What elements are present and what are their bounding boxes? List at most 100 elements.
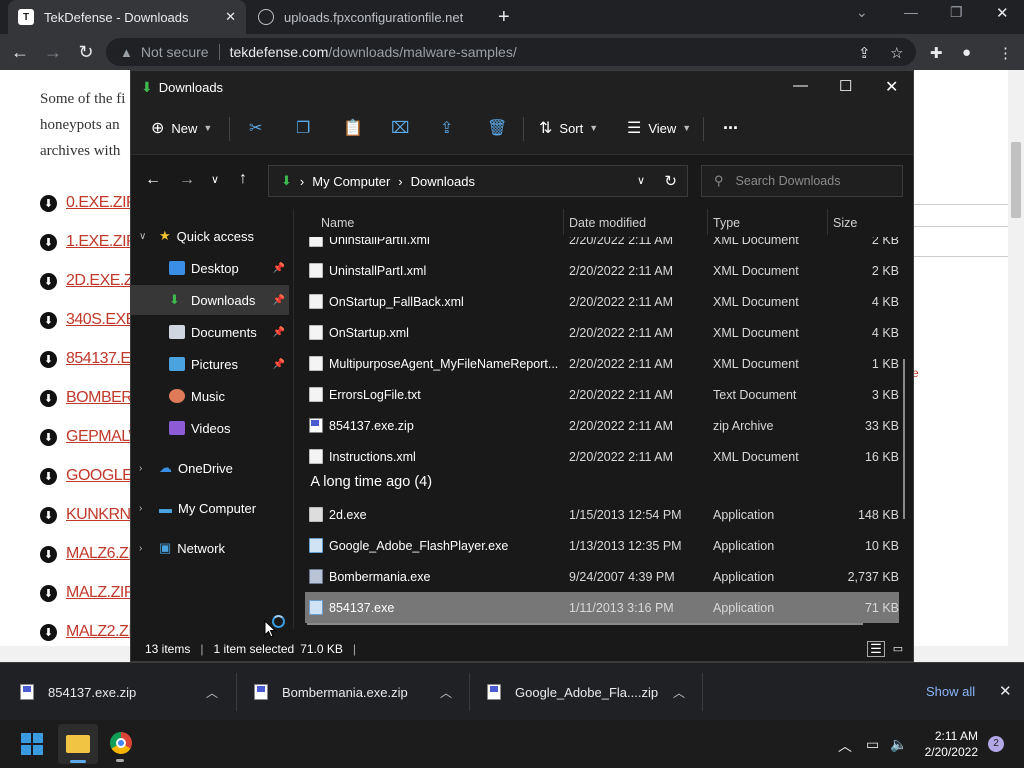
nav-network[interactable]: › ▣ Network [131, 533, 289, 563]
file-row-selected[interactable]: 854137.exe 1/11/2013 3:16 PM Application… [305, 592, 899, 623]
paste-icon[interactable]: 📋 [343, 118, 363, 138]
profile-icon[interactable]: ● [962, 44, 971, 61]
show-all-button[interactable]: Show all [926, 684, 975, 699]
maximize-icon[interactable]: ☐ [839, 77, 852, 95]
nav-pictures[interactable]: Pictures 📌 [131, 349, 289, 379]
nav-quick-access[interactable]: ∨ ★ Quick access [131, 221, 289, 251]
tab-uploads[interactable]: uploads.fpxconfigurationfile.net [248, 0, 486, 34]
tab-search-icon[interactable]: ⌄ [856, 4, 868, 21]
forward-icon[interactable]: → [179, 171, 195, 189]
address-bar[interactable]: ▲ Not secure tekdefense.com/downloads/ma… [106, 38, 916, 66]
forward-icon[interactable]: → [43, 42, 63, 63]
horizontal-scrollbar[interactable] [307, 623, 863, 625]
vertical-scrollbar[interactable] [903, 359, 905, 519]
close-browser-icon[interactable]: ✕ [996, 4, 1009, 22]
file-row[interactable]: Bombermania.exe 9/24/2007 4:39 PM Applic… [305, 561, 899, 592]
cut-icon[interactable]: ✂ [249, 118, 262, 138]
download-link[interactable]: ⬇ KUNKRNM [40, 506, 144, 524]
close-tab-icon[interactable]: ✕ [225, 9, 236, 25]
rename-icon[interactable]: ⌧ [391, 118, 409, 138]
scrollbar-thumb[interactable] [1011, 142, 1021, 218]
column-date[interactable]: Date modified [569, 216, 646, 230]
column-divider[interactable] [827, 209, 828, 235]
show-hidden-icons-icon[interactable]: ︿ [838, 736, 852, 756]
pane-divider[interactable] [293, 209, 294, 629]
chevron-up-icon[interactable]: ︿ [673, 684, 685, 701]
download-link[interactable]: ⬇ MALZ.ZIP [40, 584, 135, 602]
column-name[interactable]: Name [321, 216, 354, 230]
refresh-icon[interactable]: ↻ [664, 172, 677, 190]
up-icon[interactable]: ↑ [239, 170, 247, 188]
details-view-icon[interactable]: ☰ [867, 641, 885, 657]
close-icon[interactable]: ✕ [885, 77, 898, 97]
tiles-view-icon[interactable]: ▭ [889, 641, 907, 657]
download-item[interactable]: Bombermania.exe.zip ︿ [254, 663, 454, 721]
file-row[interactable]: UninstallPartII.xml 2/20/2022 2:11 AM XM… [305, 237, 899, 255]
download-link[interactable]: ⬇ 0.EXE.ZIP [40, 194, 137, 212]
file-explorer-taskbar-button[interactable] [58, 724, 98, 764]
file-row[interactable]: MultipurposeAgent_MyFileNameReport.... 2… [305, 348, 899, 379]
new-button[interactable]: ⊕ New ▼ [151, 118, 212, 138]
nav-desktop[interactable]: Desktop 📌 [131, 253, 289, 283]
page-scrollbar[interactable] [1008, 70, 1024, 662]
nav-documents[interactable]: Documents 📌 [131, 317, 289, 347]
column-divider[interactable] [563, 209, 564, 235]
delete-icon[interactable]: 🗑 [487, 118, 507, 138]
download-item[interactable]: 854137.exe.zip ︿ [20, 663, 220, 721]
pin-icon[interactable]: 📌 [273, 327, 285, 338]
download-link[interactable]: ⬇ 854137.EX [40, 350, 141, 368]
file-row[interactable]: UninstallPartI.xml 2/20/2022 2:11 AM XML… [305, 255, 899, 286]
more-options-button[interactable]: ... [723, 113, 738, 134]
tab-tekdefense[interactable]: T TekDefense - Downloads ✕ [8, 0, 246, 34]
new-tab-icon[interactable]: + [498, 6, 510, 29]
download-link[interactable]: ⬇ GEPMALW [40, 428, 144, 446]
download-link-text[interactable]: 0.EXE.ZIP [66, 194, 137, 212]
back-icon[interactable]: ← [145, 171, 161, 189]
file-row[interactable]: 2d.exe 1/15/2013 12:54 PM Application 14… [305, 499, 899, 530]
close-download-bar-icon[interactable]: ✕ [999, 682, 1012, 700]
file-row[interactable]: Instructions.xml 2/20/2022 2:11 AM XML D… [305, 441, 899, 472]
nav-music[interactable]: Music [131, 381, 289, 411]
download-item[interactable]: Google_Adobe_Fla....zip ︿ [487, 663, 687, 721]
explorer-address-bar[interactable]: ⬇ › My Computer › Downloads ∨ ↻ [268, 165, 688, 197]
pin-icon[interactable]: 📌 [273, 263, 285, 274]
restore-icon[interactable]: ❐ [950, 4, 963, 21]
column-size[interactable]: Size [833, 216, 857, 230]
recent-locations-icon[interactable]: ∨ [211, 173, 219, 186]
download-link[interactable]: ⬇ MALZ2.ZIP [40, 623, 143, 641]
file-row[interactable]: OnStartup.xml 2/20/2022 2:11 AM XML Docu… [305, 317, 899, 348]
download-link-text[interactable]: MALZ.ZIP [66, 584, 135, 602]
back-icon[interactable]: ← [10, 42, 30, 63]
nav-downloads[interactable]: ⬇ Downloads 📌 [131, 285, 289, 315]
chevron-down-icon[interactable]: ∨ [637, 174, 645, 187]
view-button[interactable]: ☰ View ▼ [627, 118, 691, 138]
column-divider[interactable] [707, 209, 708, 235]
download-link-text[interactable]: 1.EXE.ZIP [66, 233, 137, 251]
download-link-text[interactable]: 340S.EXE [66, 311, 136, 329]
chrome-taskbar-icon[interactable] [110, 732, 132, 754]
pin-icon[interactable]: 📌 [273, 295, 285, 306]
sort-button[interactable]: ⇅ Sort ▼ [539, 118, 598, 138]
breadcrumb-my-computer[interactable]: My Computer [312, 174, 390, 189]
file-row[interactable]: Google_Adobe_FlashPlayer.exe 1/13/2013 1… [305, 530, 899, 561]
nav-onedrive[interactable]: › ☁ OneDrive [131, 453, 289, 483]
copy-icon[interactable]: ❐ [296, 118, 310, 138]
chevron-up-icon[interactable]: ︿ [440, 684, 452, 701]
nav-my-computer[interactable]: › ▬ My Computer [131, 493, 289, 523]
download-link[interactable]: ⬇ 1.EXE.ZIP [40, 233, 137, 251]
network-tray-icon[interactable]: ▭ [866, 736, 879, 753]
nav-videos[interactable]: Videos [131, 413, 289, 443]
start-button-icon[interactable] [21, 733, 43, 755]
notification-badge[interactable]: 2 [988, 736, 1004, 752]
column-type[interactable]: Type [713, 216, 740, 230]
chevron-up-icon[interactable]: ︿ [206, 684, 218, 701]
share-icon[interactable]: ⇪ [440, 118, 453, 138]
search-input[interactable]: ⚲ Search Downloads [701, 165, 903, 197]
extensions-icon[interactable]: ✚ [930, 44, 943, 62]
menu-icon[interactable]: ⋮ [998, 44, 1013, 62]
file-row[interactable]: OnStartup_FallBack.xml 2/20/2022 2:11 AM… [305, 286, 899, 317]
share-icon[interactable]: ⇪ [858, 44, 871, 62]
download-link[interactable]: ⬇ 340S.EXE [40, 311, 136, 329]
clock[interactable]: 2:11 AM 2/20/2022 [925, 728, 978, 760]
minimize-icon[interactable]: — [793, 77, 808, 94]
